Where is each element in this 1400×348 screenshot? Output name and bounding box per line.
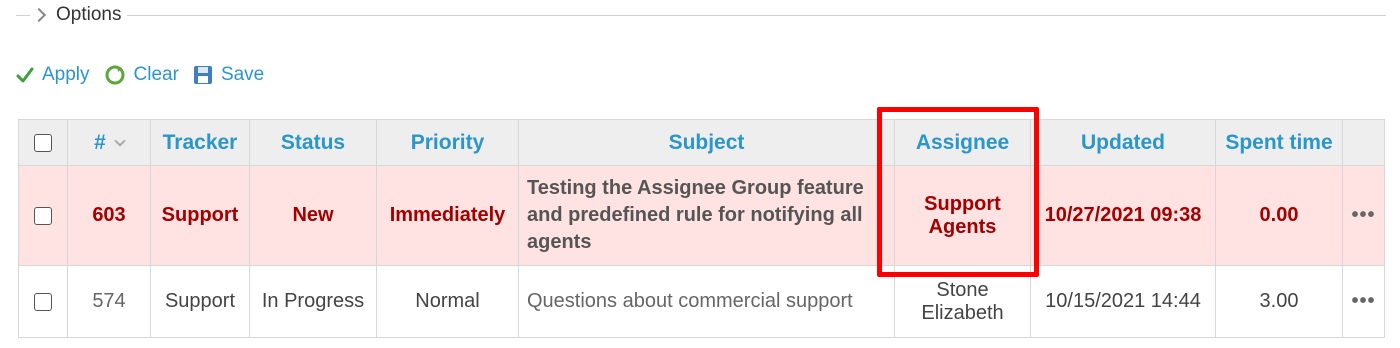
table-header-row: # Tracker Status Priority Subject Assign…: [18, 119, 1385, 166]
column-header-id[interactable]: #: [67, 119, 151, 166]
column-header-priority[interactable]: Priority: [376, 119, 519, 166]
row-checkbox[interactable]: [34, 206, 52, 225]
options-divider: [16, 15, 1386, 16]
chevron-right-icon: [31, 7, 47, 23]
issue-spent-time: 3.00: [1215, 265, 1343, 338]
select-all-checkbox[interactable]: [34, 133, 52, 152]
issue-priority: Immediately: [376, 165, 519, 266]
column-header-assignee[interactable]: Assignee: [894, 119, 1031, 166]
clear-label: Clear: [133, 64, 179, 85]
issues-table: # Tracker Status Priority Subject Assign…: [18, 119, 1385, 338]
issue-tracker: Support: [150, 265, 250, 338]
apply-label: Apply: [42, 64, 90, 85]
chevron-down-icon: [114, 134, 126, 147]
select-all-cell: [18, 119, 68, 166]
issue-spent-time: 0.00: [1215, 165, 1343, 266]
issue-assignee[interactable]: Support Agents: [894, 165, 1031, 266]
issue-assignee[interactable]: Stone Elizabeth: [894, 265, 1031, 338]
options-fieldset: Options: [16, 4, 1386, 26]
row-select-cell: [18, 165, 68, 266]
table-row[interactable]: 603 Support New Immediately Testing the …: [18, 165, 1385, 266]
row-select-cell: [18, 265, 68, 338]
options-toggle[interactable]: Options: [30, 4, 128, 26]
column-header-subject[interactable]: Subject: [518, 119, 895, 166]
issue-subject[interactable]: Testing the Assignee Group feature and p…: [518, 165, 895, 266]
issue-updated: 10/15/2021 14:44: [1030, 265, 1216, 338]
more-actions-icon[interactable]: •••: [1351, 290, 1375, 312]
more-actions-icon[interactable]: •••: [1351, 204, 1375, 226]
column-header-id-label: #: [94, 130, 106, 154]
column-header-spent-time[interactable]: Spent time: [1215, 119, 1343, 166]
column-header-updated[interactable]: Updated: [1030, 119, 1216, 166]
row-actions-cell: •••: [1342, 265, 1385, 338]
save-label: Save: [220, 64, 265, 85]
issue-status: In Progress: [249, 265, 377, 338]
options-label: Options: [56, 4, 122, 25]
issue-id[interactable]: 603: [67, 165, 151, 266]
checkmark-icon: [16, 67, 34, 83]
issue-status: New: [249, 165, 377, 266]
table-row[interactable]: 574 Support In Progress Normal Questions…: [18, 265, 1385, 338]
issue-updated: 10/27/2021 09:38: [1030, 165, 1216, 266]
column-header-status[interactable]: Status: [249, 119, 377, 166]
floppy-disk-icon: [193, 66, 212, 84]
issue-tracker: Support: [150, 165, 250, 266]
save-button[interactable]: Save: [193, 64, 264, 86]
issue-id[interactable]: 574: [67, 265, 151, 338]
issue-subject[interactable]: Questions about commercial support: [518, 265, 895, 338]
apply-button[interactable]: Apply: [16, 64, 90, 86]
clear-button[interactable]: Clear: [104, 64, 179, 86]
column-header-tracker[interactable]: Tracker: [150, 119, 250, 166]
query-toolbar: Apply Clear Save: [16, 64, 264, 86]
issue-priority: Normal: [376, 265, 519, 338]
column-header-actions: [1342, 119, 1385, 166]
row-actions-cell: •••: [1342, 165, 1385, 266]
reload-icon: [105, 65, 125, 85]
row-checkbox[interactable]: [34, 292, 52, 311]
